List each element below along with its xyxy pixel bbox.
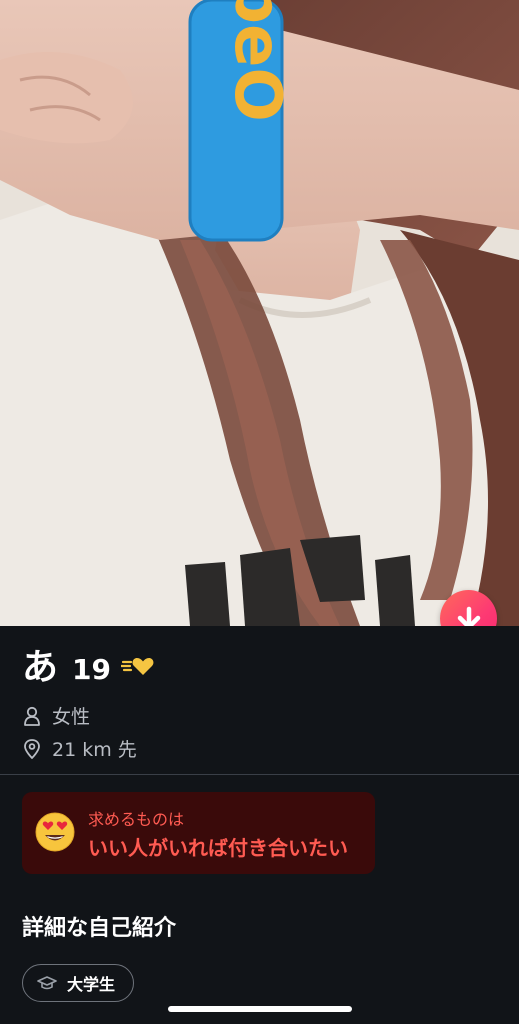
profile-info: あ 19 女性 21 km 先 求めるものは いい人がいれば付き合いたい 詳細な… <box>0 626 519 1024</box>
arrow-down-icon <box>457 606 480 626</box>
super-like-heart-icon <box>119 654 157 682</box>
location-pin-icon <box>22 738 42 759</box>
profile-name: あ <box>22 647 59 688</box>
home-indicator[interactable] <box>168 1006 352 1012</box>
education-chip: 大学生 <box>22 964 135 1002</box>
divider <box>0 774 519 775</box>
looking-for-value: いい人がいれば付き合いたい <box>88 836 348 860</box>
looking-for-card: 求めるものは いい人がいれば付き合いたい <box>22 792 375 874</box>
distance-text: 21 km 先 <box>52 739 137 761</box>
photo-illustration: beO <box>0 0 519 626</box>
wristband-text: beO <box>220 0 294 122</box>
graduation-cap-icon <box>37 975 57 991</box>
gender-text: 女性 <box>52 706 91 728</box>
details-section-title: 詳細な自己紹介 <box>22 916 177 941</box>
distance-row: 21 km 先 <box>22 735 137 762</box>
name-age-row: あ 19 <box>22 646 157 690</box>
gender-row: 女性 <box>22 702 90 729</box>
person-icon <box>22 706 42 726</box>
heart-eyes-icon <box>35 812 75 856</box>
looking-for-title: 求めるものは <box>88 810 185 829</box>
education-chip-label: 大学生 <box>67 975 116 994</box>
profile-photo[interactable]: beO <box>0 0 519 626</box>
profile-age: 19 <box>72 653 111 686</box>
profile-screen: beO あ 19 女性 21 km 先 求めるものは いい人がいれば付き合いたい… <box>0 0 519 1024</box>
